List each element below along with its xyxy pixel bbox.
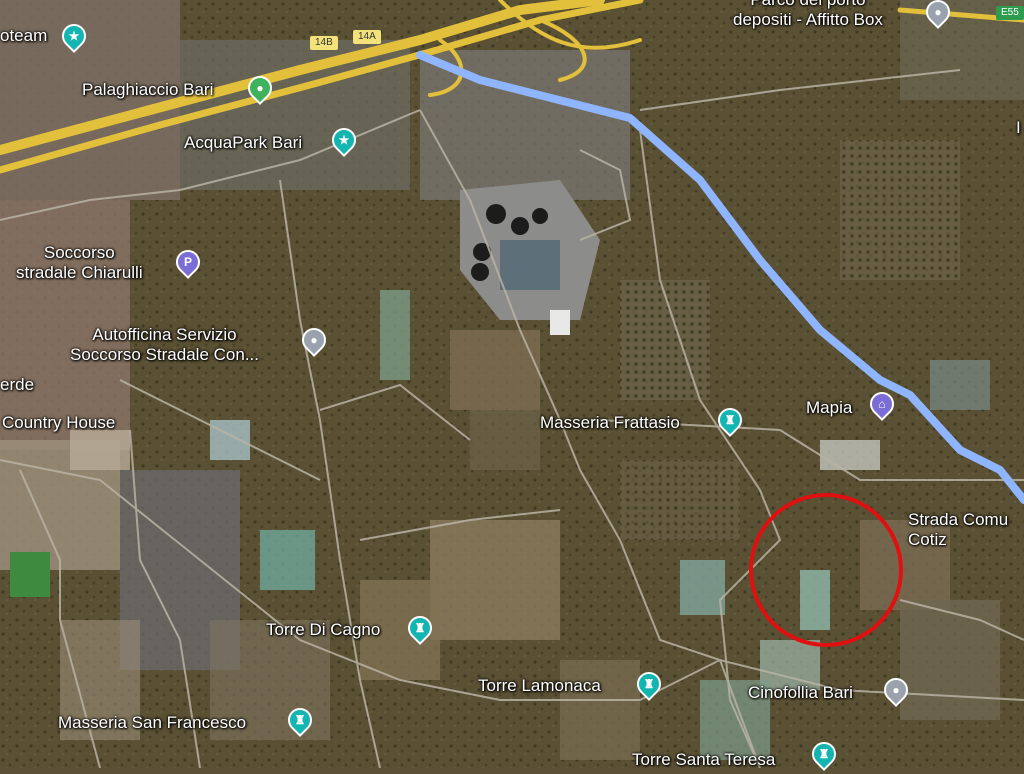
place-label-torre-lamonaca[interactable]: Torre Lamonaca: [478, 676, 601, 696]
place-label-strada-comunale[interactable]: Strada Comu Cotiz: [908, 510, 1008, 550]
road-shield: 14B: [310, 36, 338, 50]
place-label-oteam[interactable]: oteam: [0, 26, 47, 46]
place-label-parco-depositi[interactable]: Parco del porto depositi - Affitto Box: [733, 0, 883, 30]
place-label-edge[interactable]: I: [1016, 118, 1021, 138]
place-label-mapia[interactable]: Mapia: [806, 398, 852, 418]
road-shield: 14A: [353, 30, 381, 44]
place-label-autofficina[interactable]: Autofficina Servizio Soccorso Stradale C…: [70, 325, 259, 365]
place-label-acquapark[interactable]: AcquaPark Bari: [184, 133, 302, 153]
place-label-masseria-frattasio[interactable]: Masseria Frattasio: [540, 413, 680, 433]
place-label-soccorso-chiarulli[interactable]: Soccorso stradale Chiarulli: [16, 243, 143, 283]
satellite-map[interactable]: [0, 0, 1024, 768]
place-label-palaghiaccio[interactable]: Palaghiaccio Bari: [82, 80, 213, 100]
road-shield: E55: [996, 6, 1024, 20]
place-label-erde[interactable]: erde: [0, 375, 34, 395]
place-label-masseria-san-francesco[interactable]: Masseria San Francesco: [58, 713, 246, 733]
place-label-cinofollia[interactable]: Cinofollia Bari: [748, 683, 853, 703]
place-label-torre-di-cagno[interactable]: Torre Di Cagno: [266, 620, 380, 640]
place-label-torre-santa-teresa[interactable]: Torre Santa Teresa: [632, 750, 775, 770]
place-label-country-house[interactable]: Country House: [2, 413, 115, 433]
